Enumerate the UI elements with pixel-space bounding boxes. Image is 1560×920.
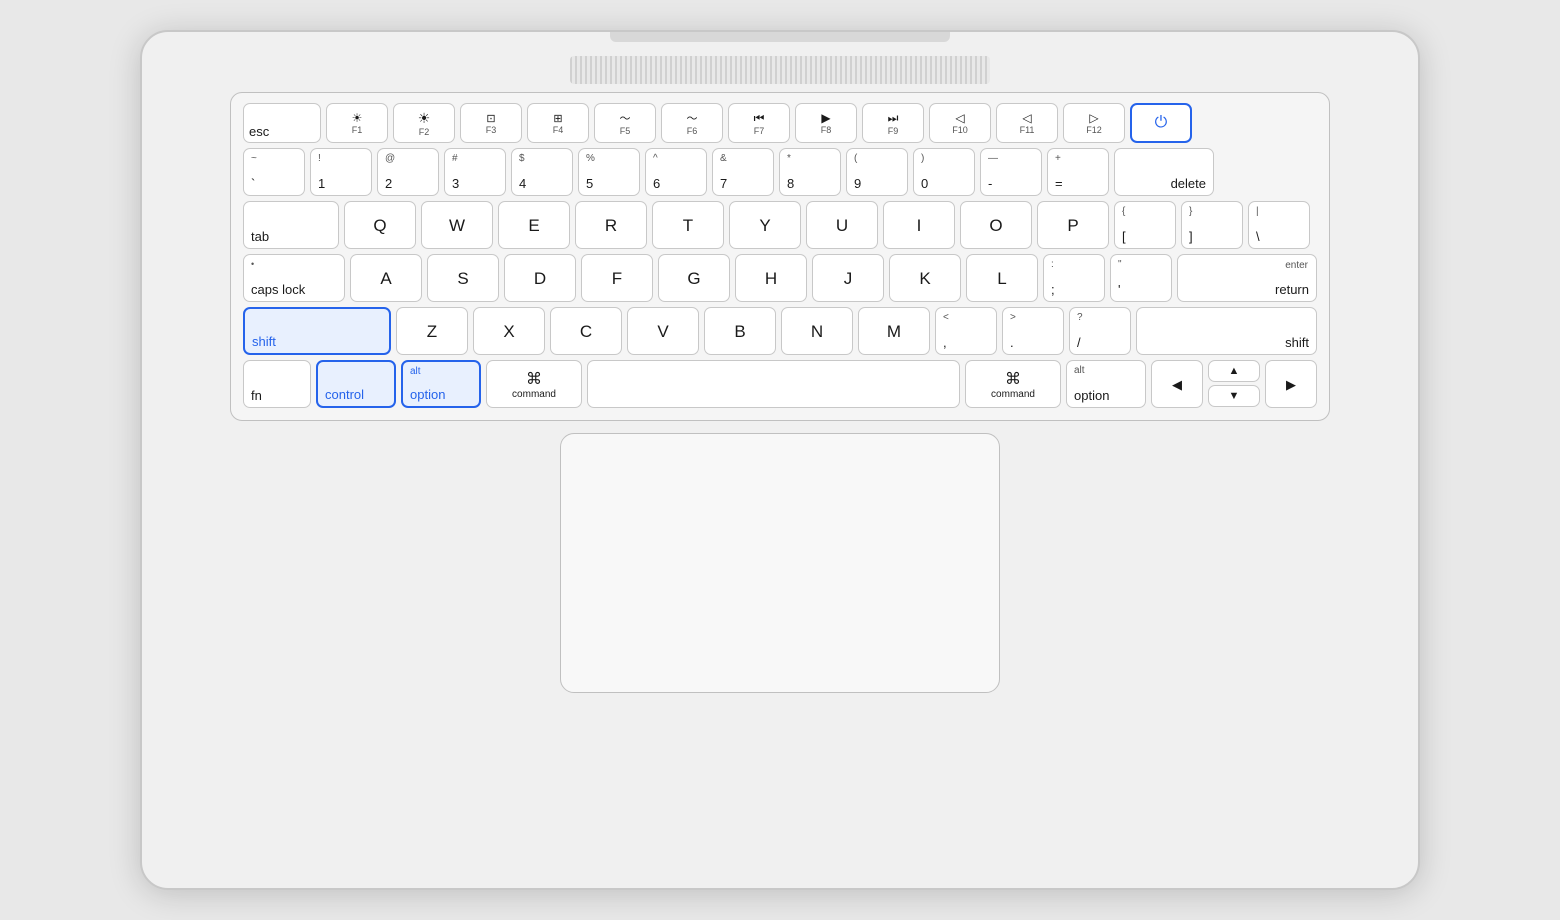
- slash-key[interactable]: ? /: [1069, 307, 1131, 355]
- 8-key[interactable]: * 8: [779, 148, 841, 196]
- 0-key[interactable]: ) 0: [913, 148, 975, 196]
- power-icon: ⏻: [1155, 114, 1168, 132]
- fn-key-row: esc ☀︎ F1 ☀ F2 ⊡ F3 ⊞ F4 〜 F5: [243, 103, 1317, 143]
- t-key[interactable]: T: [652, 201, 724, 249]
- f4-key[interactable]: ⊞ F4: [527, 103, 589, 143]
- option-left-key[interactable]: alt option: [401, 360, 481, 408]
- 9-key[interactable]: ( 9: [846, 148, 908, 196]
- fn-key[interactable]: fn: [243, 360, 311, 408]
- arrow-right-key[interactable]: ▶: [1265, 360, 1317, 408]
- home-key-row: • caps lock A S D F G H J K L : ; " ' en…: [243, 254, 1317, 302]
- arrow-up-key[interactable]: ▲: [1208, 360, 1260, 382]
- f5-key[interactable]: 〜 F5: [594, 103, 656, 143]
- l-key[interactable]: L: [966, 254, 1038, 302]
- semicolon-key[interactable]: : ;: [1043, 254, 1105, 302]
- a-key[interactable]: A: [350, 254, 422, 302]
- comma-key[interactable]: < ,: [935, 307, 997, 355]
- h-key[interactable]: H: [735, 254, 807, 302]
- bottom-key-row: fn control alt option ⌘ command ⌘ comman…: [243, 360, 1317, 408]
- quote-key[interactable]: " ': [1110, 254, 1172, 302]
- e-key[interactable]: E: [498, 201, 570, 249]
- option-right-key[interactable]: alt option: [1066, 360, 1146, 408]
- power-key[interactable]: ⏻: [1130, 103, 1192, 143]
- p-key[interactable]: P: [1037, 201, 1109, 249]
- f10-key[interactable]: ◁ F10: [929, 103, 991, 143]
- s-key[interactable]: S: [427, 254, 499, 302]
- q-key[interactable]: Q: [344, 201, 416, 249]
- 3-key[interactable]: # 3: [444, 148, 506, 196]
- f8-key[interactable]: ▶︎ F8: [795, 103, 857, 143]
- arrow-down-key[interactable]: ▼: [1208, 385, 1260, 407]
- minus-key[interactable]: — -: [980, 148, 1042, 196]
- f6-key[interactable]: 〜 F6: [661, 103, 723, 143]
- 5-key[interactable]: % 5: [578, 148, 640, 196]
- f3-key[interactable]: ⊡ F3: [460, 103, 522, 143]
- close-bracket-key[interactable]: } ]: [1181, 201, 1243, 249]
- equals-key[interactable]: + =: [1047, 148, 1109, 196]
- command-left-key[interactable]: ⌘ command: [486, 360, 582, 408]
- laptop-hinge: [610, 32, 950, 42]
- 4-key[interactable]: $ 4: [511, 148, 573, 196]
- f2-key[interactable]: ☀ F2: [393, 103, 455, 143]
- arrow-left-key[interactable]: ◀: [1151, 360, 1203, 408]
- period-key[interactable]: > .: [1002, 307, 1064, 355]
- f-key[interactable]: F: [581, 254, 653, 302]
- m-key[interactable]: M: [858, 307, 930, 355]
- speaker-grille: [570, 56, 990, 84]
- shift-key-row: shift Z X C V B N M < , > . ? / shift: [243, 307, 1317, 355]
- 6-key[interactable]: ^ 6: [645, 148, 707, 196]
- f7-key[interactable]: ⏮ F7: [728, 103, 790, 143]
- d-key[interactable]: D: [504, 254, 576, 302]
- shift-left-key[interactable]: shift: [243, 307, 391, 355]
- keyboard: esc ☀︎ F1 ☀ F2 ⊡ F3 ⊞ F4 〜 F5: [230, 92, 1330, 421]
- command-right-key[interactable]: ⌘ command: [965, 360, 1061, 408]
- shift-right-key[interactable]: shift: [1136, 307, 1317, 355]
- tab-key[interactable]: tab: [243, 201, 339, 249]
- number-key-row: ~ ` ! 1 @ 2 # 3 $ 4 % 5: [243, 148, 1317, 196]
- r-key[interactable]: R: [575, 201, 647, 249]
- f1-key[interactable]: ☀︎ F1: [326, 103, 388, 143]
- f9-key[interactable]: ⏭ F9: [862, 103, 924, 143]
- open-bracket-key[interactable]: { [: [1114, 201, 1176, 249]
- laptop-body: esc ☀︎ F1 ☀ F2 ⊡ F3 ⊞ F4 〜 F5: [140, 30, 1420, 890]
- 2-key[interactable]: @ 2: [377, 148, 439, 196]
- capslock-key[interactable]: • caps lock: [243, 254, 345, 302]
- enter-key[interactable]: enter return: [1177, 254, 1317, 302]
- v-key[interactable]: V: [627, 307, 699, 355]
- n-key[interactable]: N: [781, 307, 853, 355]
- backslash-key[interactable]: | \: [1248, 201, 1310, 249]
- u-key[interactable]: U: [806, 201, 878, 249]
- 1-key[interactable]: ! 1: [310, 148, 372, 196]
- y-key[interactable]: Y: [729, 201, 801, 249]
- tilde-key[interactable]: ~ `: [243, 148, 305, 196]
- g-key[interactable]: G: [658, 254, 730, 302]
- k-key[interactable]: K: [889, 254, 961, 302]
- trackpad[interactable]: [560, 433, 1000, 693]
- b-key[interactable]: B: [704, 307, 776, 355]
- delete-key[interactable]: delete: [1114, 148, 1214, 196]
- x-key[interactable]: X: [473, 307, 545, 355]
- qwerty-key-row: tab Q W E R T Y U I O P { [ } ] | \: [243, 201, 1317, 249]
- 7-key[interactable]: & 7: [712, 148, 774, 196]
- j-key[interactable]: J: [812, 254, 884, 302]
- z-key[interactable]: Z: [396, 307, 468, 355]
- w-key[interactable]: W: [421, 201, 493, 249]
- f11-key[interactable]: ◁ F11: [996, 103, 1058, 143]
- i-key[interactable]: I: [883, 201, 955, 249]
- space-key[interactable]: [587, 360, 960, 408]
- control-key[interactable]: control: [316, 360, 396, 408]
- c-key[interactable]: C: [550, 307, 622, 355]
- f12-key[interactable]: ▷ F12: [1063, 103, 1125, 143]
- esc-key[interactable]: esc: [243, 103, 321, 143]
- arrow-up-down-container: ▲ ▼: [1208, 360, 1260, 408]
- o-key[interactable]: O: [960, 201, 1032, 249]
